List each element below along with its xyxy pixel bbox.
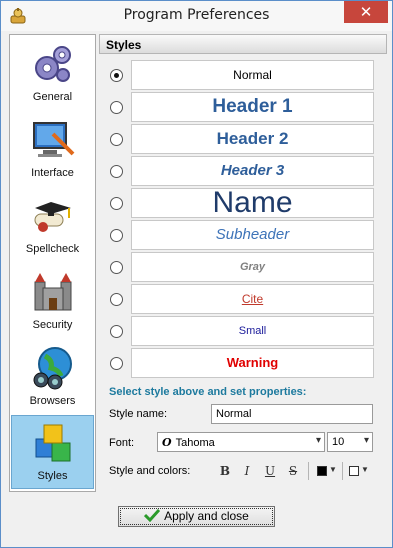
- style-radio[interactable]: [110, 261, 123, 274]
- font-label: Font:: [109, 437, 135, 449]
- style-preview-cite[interactable]: Cite: [131, 284, 374, 314]
- sidebar-item-spellcheck[interactable]: Spellcheck: [11, 189, 94, 263]
- app-icon: [10, 8, 26, 24]
- background-color-swatch: [349, 466, 359, 476]
- style-preview-name[interactable]: Name: [131, 188, 374, 218]
- font-select-value: Tahoma: [175, 437, 215, 449]
- style-row[interactable]: Normal: [99, 59, 387, 91]
- font-size-select[interactable]: 10 ▾: [327, 432, 373, 452]
- diploma-icon: [34, 202, 71, 232]
- sidebar-item-label: Styles: [37, 470, 68, 482]
- castle-icon: [34, 273, 72, 311]
- font-select[interactable]: O Tahoma ▾: [157, 432, 325, 452]
- style-row[interactable]: Header 3: [99, 155, 387, 187]
- preferences-window: Program Preferences ✕ General Interface: [0, 0, 393, 548]
- style-name-label: Style name:: [109, 408, 168, 420]
- style-radio[interactable]: [110, 197, 123, 210]
- style-radio[interactable]: [110, 325, 123, 338]
- text-color-swatch: [317, 466, 327, 476]
- chevron-down-icon: ▾: [363, 435, 369, 446]
- sidebar-item-browsers[interactable]: Browsers: [11, 341, 94, 415]
- sidebar-item-general[interactable]: General: [11, 37, 94, 111]
- title-bar[interactable]: Program Preferences ✕: [1, 1, 392, 31]
- underline-button[interactable]: U: [261, 462, 279, 480]
- chevron-down-icon: ▼: [361, 465, 369, 474]
- checkmark-icon: [144, 508, 161, 522]
- style-name-input[interactable]: Normal: [211, 404, 373, 424]
- style-row[interactable]: Header 1: [99, 91, 387, 123]
- style-preview-normal[interactable]: Normal: [131, 60, 374, 90]
- sidebar: General Interface Spellcheck Security Br…: [9, 34, 96, 492]
- style-preview-header-3[interactable]: Header 3: [131, 156, 374, 186]
- apply-label: Apply and close: [164, 509, 249, 523]
- toolbar-separator: [342, 462, 343, 480]
- style-row[interactable]: Name: [99, 187, 387, 219]
- sidebar-item-label: Security: [32, 319, 73, 331]
- sidebar-item-interface[interactable]: Interface: [11, 113, 94, 187]
- styles-header: Styles: [99, 34, 387, 54]
- style-preview-gray[interactable]: Gray: [131, 252, 374, 282]
- style-preview-subheader[interactable]: Subheader: [131, 220, 374, 250]
- style-preview-small[interactable]: Small: [131, 316, 374, 346]
- chevron-down-icon: ▾: [315, 435, 321, 446]
- text-color-button[interactable]: ▼: [315, 462, 339, 480]
- gears-icon: [35, 46, 71, 82]
- style-row[interactable]: Gray: [99, 251, 387, 283]
- sidebar-item-styles[interactable]: Styles: [11, 415, 94, 489]
- bold-button[interactable]: B: [216, 462, 234, 480]
- sidebar-item-label: Spellcheck: [25, 243, 80, 255]
- style-preview-warning[interactable]: Warning: [131, 348, 374, 378]
- style-colors-label: Style and colors:: [109, 465, 191, 477]
- sidebar-item-security[interactable]: Security: [11, 265, 94, 339]
- style-radio[interactable]: [110, 133, 123, 146]
- style-row[interactable]: Subheader: [99, 219, 387, 251]
- style-radio[interactable]: [110, 69, 123, 82]
- globe-binoculars-icon: [33, 347, 72, 390]
- sidebar-item-label: Interface: [31, 167, 74, 179]
- style-row[interactable]: Warning: [99, 347, 387, 379]
- apply-and-close-button[interactable]: Apply and close: [118, 506, 275, 527]
- italic-button[interactable]: I: [238, 462, 256, 480]
- style-row[interactable]: Header 2: [99, 123, 387, 155]
- strikethrough-button[interactable]: S: [284, 462, 302, 480]
- window-title: Program Preferences: [123, 7, 270, 23]
- style-preview-header-1[interactable]: Header 1: [131, 92, 374, 122]
- opentype-font-icon: O: [162, 436, 172, 449]
- monitor-icon: [33, 122, 75, 157]
- style-radio[interactable]: [110, 357, 123, 370]
- blocks-icon: [35, 424, 71, 462]
- style-radio[interactable]: [110, 101, 123, 114]
- style-preview-header-2[interactable]: Header 2: [131, 124, 374, 154]
- style-radio[interactable]: [110, 229, 123, 242]
- style-radio[interactable]: [110, 165, 123, 178]
- properties-heading: Select style above and set properties:: [109, 386, 307, 398]
- styles-panel: Styles Normal Header 1 Header 2 Header 3…: [99, 34, 387, 492]
- background-color-button[interactable]: ▼: [347, 462, 371, 480]
- close-button[interactable]: ✕: [344, 1, 388, 23]
- style-row[interactable]: Small: [99, 315, 387, 347]
- style-radio[interactable]: [110, 293, 123, 306]
- font-size-value: 10: [332, 436, 345, 448]
- style-row[interactable]: Cite: [99, 283, 387, 315]
- sidebar-item-label: General: [32, 91, 73, 103]
- toolbar-separator: [308, 462, 309, 480]
- chevron-down-icon: ▼: [329, 465, 337, 474]
- sidebar-item-label: Browsers: [29, 395, 76, 407]
